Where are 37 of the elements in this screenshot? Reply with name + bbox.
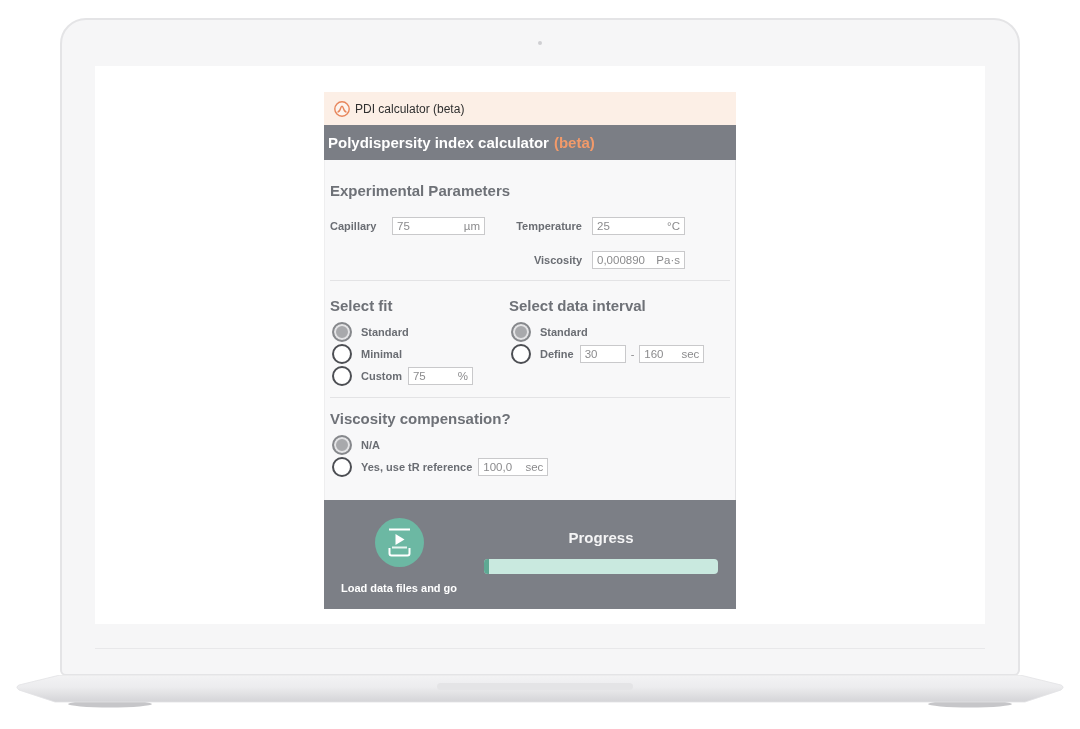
section-heading: Experimental Parameters xyxy=(330,182,512,200)
load-data-button[interactable]: Load data files and go xyxy=(340,518,458,602)
radio-button[interactable] xyxy=(511,344,531,364)
range-separator: - xyxy=(630,348,635,360)
field-label: Capillary xyxy=(330,220,377,232)
radio-button[interactable] xyxy=(332,366,352,386)
radio-button[interactable] xyxy=(332,435,352,455)
input-field[interactable]: 30 xyxy=(579,345,626,363)
window-title: PDI calculator (beta) xyxy=(355,101,465,116)
camera-icon xyxy=(538,41,542,45)
radio-label: N/A xyxy=(361,439,380,451)
section-heading: Viscosity compensation? xyxy=(330,410,512,428)
radio-label: Yes, use tR reference xyxy=(361,461,473,473)
radio-label: Standard xyxy=(361,326,409,338)
radio-button[interactable] xyxy=(332,322,352,342)
radio-label: Standard xyxy=(540,326,588,338)
header-title: Polydispersity index calculator xyxy=(328,134,549,151)
input-field[interactable]: 160 sec xyxy=(639,345,705,363)
input-field[interactable]: 100,0 sec xyxy=(478,458,549,476)
field-label: Viscosity xyxy=(533,254,583,266)
radio-button[interactable] xyxy=(332,457,352,477)
bell-curve-icon xyxy=(334,100,350,117)
play-tray-icon xyxy=(374,518,424,567)
progress-label: Progress xyxy=(568,529,634,547)
beta-tag: (beta) xyxy=(553,134,595,151)
radio-button[interactable] xyxy=(511,322,531,342)
radio-label: Define xyxy=(540,348,574,360)
field-label: Temperature xyxy=(516,220,583,232)
radio-label: Minimal xyxy=(361,348,402,360)
input-field[interactable]: 0,000890 Pa·s xyxy=(592,251,685,269)
input-field[interactable]: 75 % xyxy=(407,367,473,385)
section-heading: Select fit xyxy=(330,297,394,315)
input-field[interactable]: 75 µm xyxy=(392,217,485,235)
section-heading: Select data interval xyxy=(509,297,647,315)
radio-label: Custom xyxy=(361,370,402,382)
radio-button[interactable] xyxy=(332,344,352,364)
input-field[interactable]: 25 °C xyxy=(592,217,685,235)
